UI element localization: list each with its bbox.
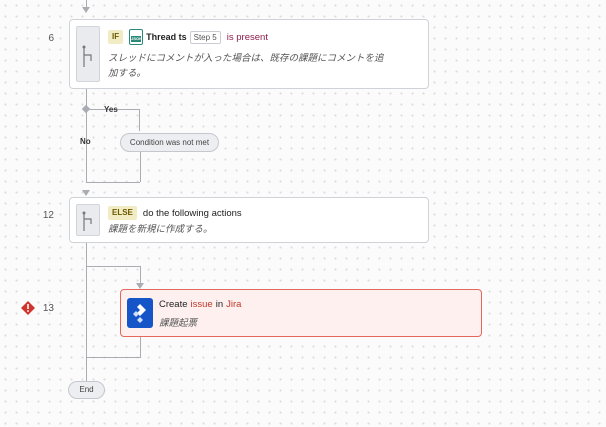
connector-create-out <box>140 337 141 357</box>
else-step-headline: ELSE do the following actions <box>108 206 242 220</box>
if-step-description: スレッドにコメントが入った場合は、既存の課題にコメントを追 加する。 <box>108 51 424 81</box>
end-pill: End <box>68 381 105 399</box>
else-tag: ELSE <box>108 206 137 220</box>
create-object: issue <box>190 299 213 310</box>
if-step-description-line2: 加する。 <box>108 68 147 79</box>
step-number-12: 12 <box>42 210 54 221</box>
create-app: Jira <box>226 299 242 310</box>
arrow-into-if <box>82 7 90 13</box>
jira-logo-icon <box>127 298 153 328</box>
branch-icon <box>82 45 92 67</box>
arrow-into-else <box>82 190 90 196</box>
connector-no-h <box>86 182 140 183</box>
connector-create-return <box>86 357 141 358</box>
if-step-card[interactable]: IF JSON Thread ts Step 5 is present スレッド… <box>69 19 429 89</box>
else-headline-text: do the following actions <box>142 207 242 219</box>
create-issue-headline: Create issue in Jira <box>159 299 241 310</box>
connector-if-out <box>86 89 87 182</box>
connector-cond-out <box>140 152 141 182</box>
condition-not-met-pill: Condition was not met <box>120 133 219 152</box>
if-step-gutter <box>76 26 100 82</box>
json-app-icon: JSON <box>129 29 144 45</box>
create-issue-step-card[interactable]: Create issue in Jira 課題起票 <box>120 289 482 337</box>
if-condition: is present <box>226 31 268 43</box>
create-issue-description: 課題起票 <box>159 318 198 329</box>
if-step-headline: IF JSON Thread ts Step 5 is present <box>108 29 268 45</box>
else-step-gutter <box>76 204 100 236</box>
connector-else-branch-h <box>86 266 140 267</box>
datapill-thread-ts[interactable]: JSON Thread ts Step 5 <box>129 29 221 45</box>
no-branch-label: No <box>80 137 91 146</box>
else-step-description: 課題を新規に作成する。 <box>108 224 213 235</box>
datapill-field-name: Thread ts <box>146 32 187 42</box>
connector-yes-v <box>139 109 140 131</box>
else-step-card[interactable]: ELSE do the following actions 課題を新規に作成する… <box>69 197 429 243</box>
if-tag: IF <box>108 30 124 44</box>
yes-branch-label: Yes <box>104 105 118 114</box>
branch-icon <box>82 211 92 231</box>
datapill-step-ref: Step 5 <box>189 30 221 44</box>
create-connector: in <box>215 299 224 310</box>
connector-into-end <box>86 377 87 381</box>
step-number-6: 6 <box>48 33 54 44</box>
step-number-13: 13 <box>42 303 54 314</box>
if-step-description-line1: スレッドにコメントが入った場合は、既存の課題にコメントを追 <box>108 53 384 64</box>
create-verb: Create <box>159 299 188 310</box>
